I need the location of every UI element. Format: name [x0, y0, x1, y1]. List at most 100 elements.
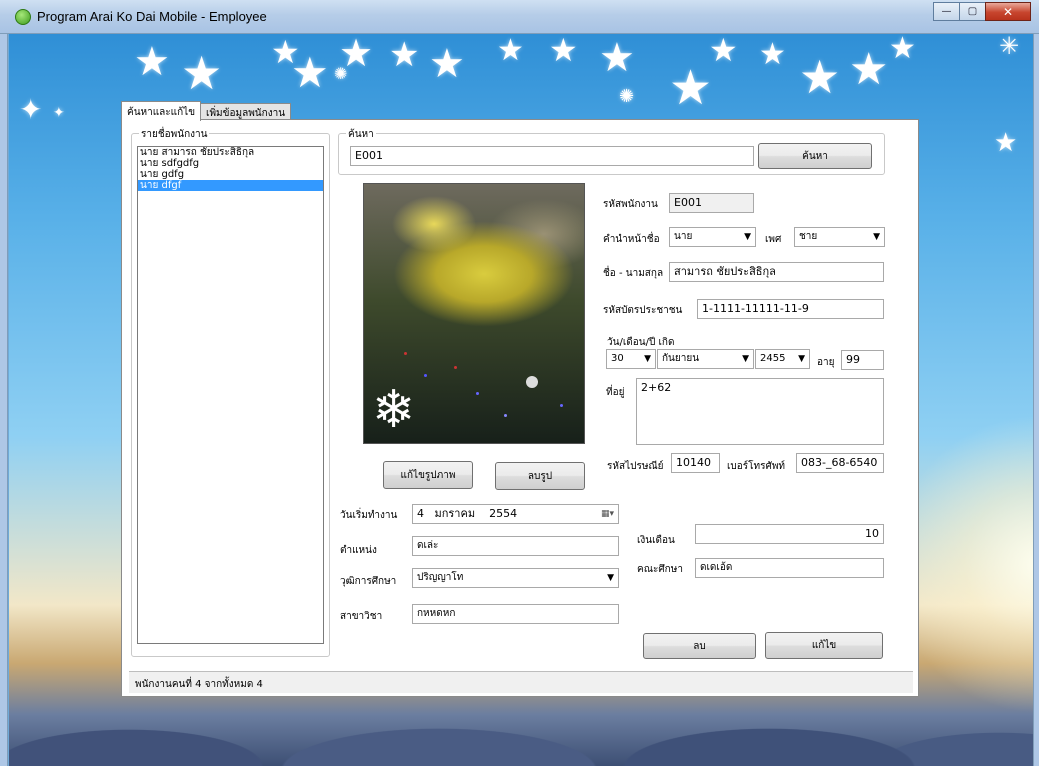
chevron-down-icon: ▼ [798, 354, 805, 364]
tab-search-edit[interactable]: ค้นหาและแก้ไข [121, 101, 202, 121]
photo-light [424, 374, 427, 377]
education-value: ปริญญาโท [417, 572, 464, 583]
start-date-value: 4 มกราคม 2554 [417, 507, 518, 520]
birth-year-select[interactable]: 2455 ▼ [755, 349, 810, 369]
chevron-down-icon: ▼ [873, 232, 880, 242]
position-label: ตำแหน่ง [340, 545, 377, 556]
age-field[interactable]: 99 [841, 350, 884, 370]
tab-add-employee[interactable]: เพิ่มข้อมูลพนักงาน [200, 103, 292, 120]
star-decoration: ★ [181, 46, 223, 100]
chevron-down-icon: ▼ [744, 232, 751, 242]
app-icon [15, 9, 31, 25]
position-field[interactable]: ดเล่ะ [412, 536, 619, 556]
star-decoration: ★ [549, 34, 578, 69]
photo-light [476, 392, 479, 395]
photo-light [504, 414, 507, 417]
address-field[interactable]: 2+62 [636, 378, 884, 445]
education-select[interactable]: ปริญญาโท ▼ [412, 568, 619, 588]
start-date-label: วันเริ่มทำงาน [340, 510, 398, 521]
star-decoration: ★ [759, 37, 786, 72]
prefix-value: นาย [674, 231, 693, 242]
start-date-picker[interactable]: 4 มกราคม 2554 ▦▾ [412, 504, 619, 524]
birth-month-value: กันยายน [662, 353, 700, 364]
star-decoration: ★ [889, 34, 916, 66]
snowflake-icon: ❄ [372, 380, 416, 440]
birth-month-select[interactable]: กันยายน ▼ [657, 349, 754, 369]
star-decoration: ★ [994, 128, 1018, 158]
status-text: พนักงานคนที่ 4 จากทั้งหมด 4 [135, 679, 263, 690]
list-item-selected[interactable]: นาย dfgf [138, 180, 323, 191]
window-frame-left [0, 34, 8, 766]
phone-label: เบอร์โทรศัพท์ [727, 461, 786, 472]
star-decoration: ★ [709, 34, 738, 69]
status-bar: พนักงานคนที่ 4 จากทั้งหมด 4 [129, 671, 913, 693]
star-decoration: ✦ [19, 93, 43, 126]
employee-id-field[interactable]: E001 [669, 193, 754, 213]
maximize-button[interactable]: ▢ [959, 2, 986, 21]
name-field[interactable]: สามารถ ชัยประสิธิกุล [669, 262, 884, 282]
star-decoration: ★ [799, 50, 841, 104]
id-card-label: รหัสบัตรประชาชน [603, 305, 683, 316]
star-decoration: ★ [849, 44, 889, 95]
delete-button[interactable]: ลบ [643, 633, 756, 659]
delete-photo-button[interactable]: ลบรูป [495, 462, 585, 490]
phone-field[interactable]: 083-_68-6540 [796, 453, 884, 473]
close-button[interactable]: ✕ [985, 2, 1031, 21]
gender-value: ชาย [799, 231, 818, 242]
list-item[interactable]: นาย sdfgdfg [138, 158, 323, 169]
edit-photo-button[interactable]: แก้ไขรูปภาพ [383, 461, 473, 489]
employee-listbox[interactable]: นาย สามารถ ชัยประสิธิกุล นาย sdfgdfg นาย… [137, 146, 324, 644]
employee-photo: ❄ [363, 183, 585, 444]
address-label: ที่อยู่ [606, 387, 625, 398]
employee-id-label: รหัสพนักงาน [603, 199, 658, 210]
age-label: อายุ [817, 357, 835, 368]
edit-button[interactable]: แก้ไข [765, 632, 883, 659]
faculty-field[interactable]: ดเดเอ้ด [695, 558, 884, 578]
star-decoration: ✦ [53, 105, 65, 121]
major-label: สาขาวิชา [340, 611, 383, 622]
salary-label: เงินเดือน [637, 535, 675, 546]
chevron-down-icon: ▼ [742, 354, 749, 364]
gender-label: เพศ [765, 234, 782, 245]
employee-list-label: รายชื่อพนักงาน [139, 127, 210, 142]
calendar-icon[interactable]: ▦▾ [601, 505, 614, 523]
star-decoration: ✳ [999, 34, 1020, 60]
list-item[interactable]: นาย gdfg [138, 169, 323, 180]
birth-year-value: 2455 [760, 353, 786, 364]
birth-day-select[interactable]: 30 ▼ [606, 349, 656, 369]
title-bar[interactable]: Program Arai Ko Dai Mobile - Employee — … [0, 0, 1039, 34]
postcode-field[interactable]: 10140 [671, 453, 720, 473]
education-label: วุฒิการศึกษา [340, 576, 397, 587]
salary-field[interactable]: 10 [695, 524, 884, 544]
star-decoration: ★ [599, 35, 635, 81]
window-title: Program Arai Ko Dai Mobile - Employee [37, 9, 267, 24]
birthdate-label: วัน/เดือน/ปี เกิด [607, 337, 675, 348]
birth-day-value: 30 [611, 353, 624, 364]
photo-light [526, 376, 538, 388]
minimize-button[interactable]: — [933, 2, 960, 21]
star-decoration: ★ [389, 35, 420, 75]
prefix-label: คำนำหน้าชื่อ [603, 234, 660, 245]
faculty-label: คณะศึกษา [637, 564, 683, 575]
search-group-label: ค้นหา [346, 127, 376, 142]
star-decoration: ★ [429, 41, 465, 87]
window-frame-right [1033, 34, 1039, 766]
prefix-select[interactable]: นาย ▼ [669, 227, 756, 247]
list-item[interactable]: นาย สามารถ ชัยประสิธิกุล [138, 147, 323, 158]
postcode-label: รหัสไปรษณีย์ [607, 461, 664, 472]
star-decoration: ★ [497, 34, 524, 68]
photo-light [404, 352, 407, 355]
gender-select[interactable]: ชาย ▼ [794, 227, 885, 247]
photo-light [454, 366, 457, 369]
tab-strip: ค้นหาและแก้ไข เพิ่มข้อมูลพนักงาน [121, 101, 292, 121]
search-button[interactable]: ค้นหา [758, 143, 872, 169]
id-card-field[interactable]: 1-1111-11111-11-9 [697, 299, 884, 319]
chevron-down-icon: ▼ [607, 573, 614, 583]
name-label: ชื่อ - นามสกุล [603, 268, 664, 279]
chevron-down-icon: ▼ [644, 354, 651, 364]
star-decoration: ★ [134, 39, 170, 85]
star-decoration: ★ [291, 48, 329, 97]
search-input[interactable]: E001 [350, 146, 754, 166]
photo-light [560, 404, 563, 407]
major-field[interactable]: กหหดหก [412, 604, 619, 624]
